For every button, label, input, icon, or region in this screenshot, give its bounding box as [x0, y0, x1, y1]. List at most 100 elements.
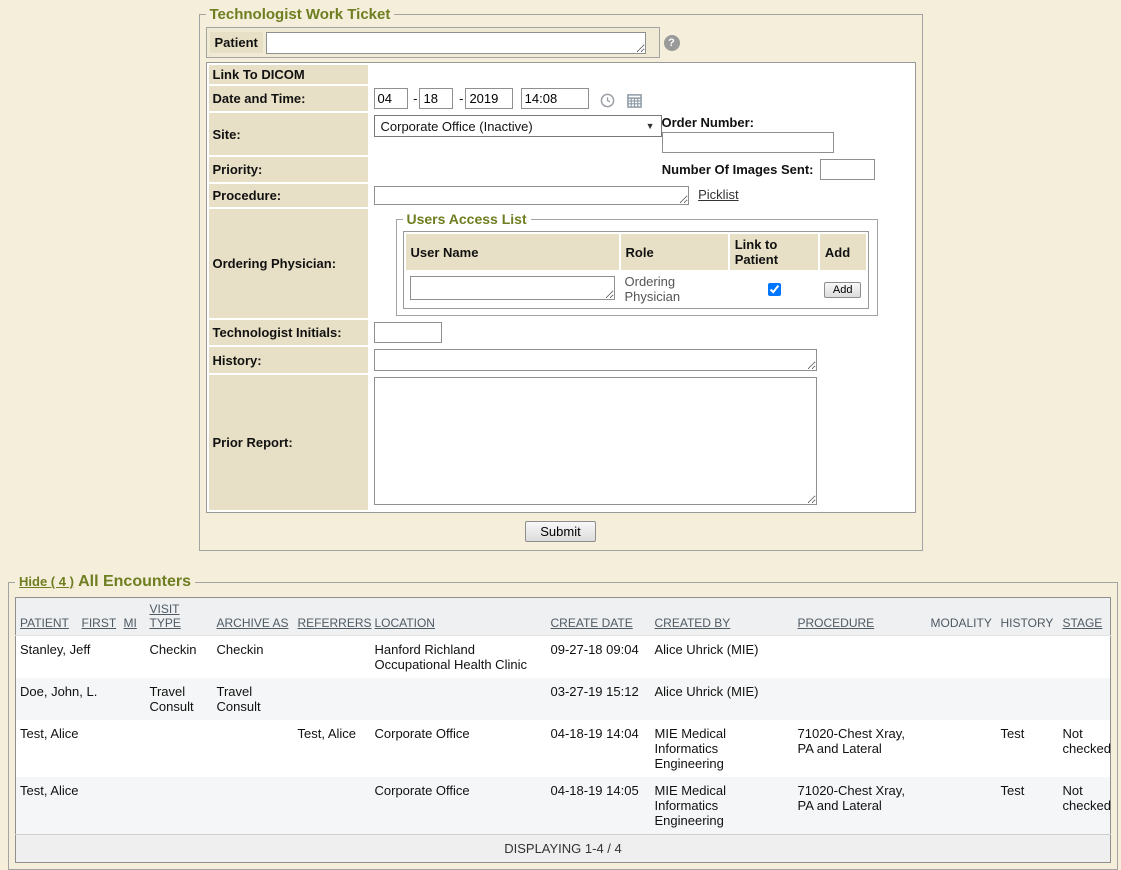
- cell-archive-as: Travel Consult: [213, 678, 294, 720]
- cell-procedure: [794, 636, 927, 679]
- col-header-visit-type[interactable]: Visit Type: [146, 598, 213, 636]
- technologist-initials-input[interactable]: [374, 322, 442, 343]
- cell-visit-type: [146, 720, 213, 777]
- cell-history: [997, 678, 1059, 720]
- procedure-label: Procedure:: [209, 184, 368, 207]
- role-value: Ordering Physician: [621, 272, 728, 306]
- picklist-link[interactable]: Picklist: [698, 187, 738, 202]
- work-ticket-title: Technologist Work Ticket: [206, 6, 395, 23]
- cell-modality: [927, 720, 997, 777]
- col-header-history: History: [997, 598, 1059, 636]
- patient-label: Patient: [210, 32, 263, 53]
- patient-input[interactable]: [266, 32, 646, 54]
- cell-patient: Test, Alice: [16, 720, 78, 777]
- cell-create-date: 04-18-19 14:04: [547, 720, 651, 777]
- users-access-list-panel: Users Access List User Name Role Link to…: [396, 211, 878, 316]
- cell-visit-type: Checkin: [146, 636, 213, 679]
- ual-header-role: Role: [621, 234, 728, 270]
- help-icon[interactable]: ?: [664, 35, 680, 51]
- cell-patient: Stanley, Jeff: [16, 636, 78, 679]
- cell-created-by: Alice Uhrick (MIE): [651, 678, 794, 720]
- cell-location: Corporate Office: [371, 720, 547, 777]
- time-input[interactable]: [521, 88, 589, 109]
- date-month-input[interactable]: [374, 88, 408, 109]
- hide-encounters-link[interactable]: Hide ( 4 ): [19, 574, 74, 589]
- prior-report-input[interactable]: [374, 377, 817, 505]
- procedure-input[interactable]: [374, 186, 689, 205]
- cell-created-by: MIE Medical Informatics Engineering: [651, 720, 794, 777]
- order-number-input[interactable]: [662, 132, 834, 153]
- table-row[interactable]: Test, Alice Test, Alice Corporate Office…: [16, 720, 1111, 777]
- cell-patient: Doe, John, L.: [16, 678, 78, 720]
- date-day-input[interactable]: [419, 88, 453, 109]
- col-header-create-date[interactable]: Create Date: [547, 598, 651, 636]
- technologist-initials-label: Technologist Initials:: [209, 320, 368, 345]
- cell-visit-type: Travel Consult: [146, 678, 213, 720]
- prior-report-label: Prior Report:: [209, 375, 368, 510]
- ual-header-link-to-patient: Link to Patient: [730, 234, 818, 270]
- cell-mi: [120, 720, 146, 777]
- add-user-button[interactable]: Add: [824, 282, 862, 298]
- submit-button[interactable]: Submit: [525, 521, 595, 542]
- cell-stage: [1059, 678, 1111, 720]
- table-row[interactable]: Stanley, Jeff Checkin Checkin Hanford Ri…: [16, 636, 1111, 679]
- site-selected-value: Corporate Office (Inactive): [381, 119, 533, 134]
- history-input[interactable]: [374, 349, 817, 371]
- ual-header-user-name: User Name: [406, 234, 619, 270]
- site-select[interactable]: Corporate Office (Inactive) ▼: [374, 115, 662, 137]
- cell-referrers: Test, Alice: [294, 720, 371, 777]
- date-year-input[interactable]: [465, 88, 513, 109]
- clock-icon[interactable]: [600, 92, 615, 108]
- chevron-down-icon: ▼: [646, 121, 655, 131]
- users-access-list-title: Users Access List: [403, 211, 531, 227]
- cell-modality: [927, 678, 997, 720]
- encounters-title: All Encounters: [78, 573, 191, 590]
- users-access-list-table: User Name Role Link to Patient Add Order…: [403, 231, 869, 309]
- cell-procedure: 71020-Chest Xray, PA and Lateral: [794, 720, 927, 777]
- col-header-stage[interactable]: Stage: [1059, 598, 1111, 636]
- cell-referrers: [294, 678, 371, 720]
- cell-modality: [927, 636, 997, 679]
- user-name-input[interactable]: [410, 276, 615, 300]
- col-header-archive-as[interactable]: Archive As: [213, 598, 294, 636]
- cell-mi: [120, 636, 146, 679]
- cell-first: [78, 720, 120, 777]
- ordering-physician-label: Ordering Physician:: [209, 209, 368, 318]
- cell-create-date: 09-27-18 09:04: [547, 636, 651, 679]
- cell-location: [371, 678, 547, 720]
- cell-history: [997, 636, 1059, 679]
- link-to-patient-checkbox[interactable]: [768, 283, 781, 296]
- images-sent-label: Number Of Images Sent:: [662, 162, 814, 177]
- cell-mi: [120, 678, 146, 720]
- col-header-location[interactable]: Location: [371, 598, 547, 636]
- cell-archive-as: Checkin: [213, 636, 294, 679]
- cell-history: Test: [997, 720, 1059, 777]
- col-header-referrers[interactable]: Referrers: [294, 598, 371, 636]
- patient-row: Patient: [206, 27, 660, 58]
- col-header-created-by[interactable]: Created By: [651, 598, 794, 636]
- ual-header-add: Add: [820, 234, 866, 270]
- paging-status: DISPLAYING 1-4 / 4: [16, 835, 1111, 863]
- history-label: History:: [209, 347, 368, 373]
- col-header-first[interactable]: First: [78, 598, 120, 636]
- order-number-label: Order Number:: [662, 115, 837, 130]
- cell-procedure: [794, 678, 927, 720]
- date-separator: -: [459, 91, 463, 106]
- col-header-modality: Modality: [927, 598, 997, 636]
- date-time-label: Date and Time:: [209, 86, 368, 111]
- date-separator: -: [413, 91, 417, 106]
- calendar-icon[interactable]: [627, 92, 642, 108]
- work-ticket-panel: Technologist Work Ticket Patient ? Link …: [199, 6, 923, 551]
- col-header-mi[interactable]: MI: [120, 598, 146, 636]
- cell-created-by: Alice Uhrick (MIE): [651, 636, 794, 679]
- work-ticket-form-table: Link To DICOM Date and Time: - -: [206, 62, 916, 513]
- table-row[interactable]: Doe, John, L. Travel Consult Travel Cons…: [16, 678, 1111, 720]
- link-to-dicom-label: Link To DICOM: [209, 65, 368, 84]
- images-sent-input[interactable]: [820, 159, 875, 180]
- col-header-procedure[interactable]: Procedure: [794, 598, 927, 636]
- encounters-panel: Hide ( 4 ) All Encounters Patient First …: [8, 573, 1118, 870]
- cell-location: Hanford Richland Occupational Health Cli…: [371, 636, 547, 679]
- col-header-patient[interactable]: Patient: [16, 598, 78, 636]
- cell-create-date: 03-27-19 15:12: [547, 678, 651, 720]
- cell-stage: Not checked: [1059, 720, 1111, 777]
